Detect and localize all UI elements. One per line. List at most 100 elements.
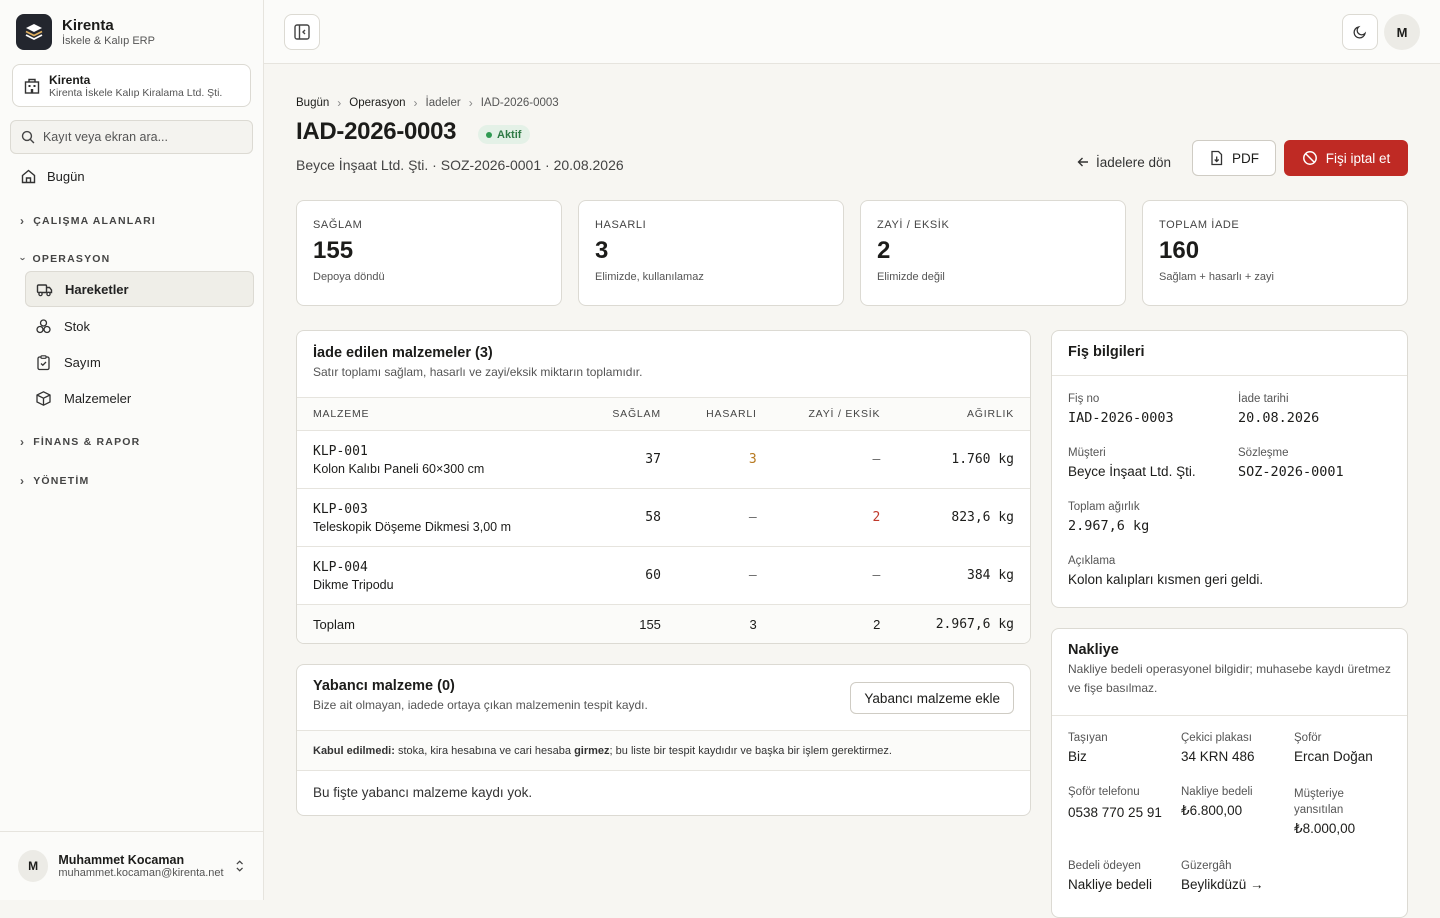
column-header[interactable]: AĞIRLIK xyxy=(880,397,1030,431)
column-header[interactable]: HASARLI xyxy=(660,397,757,431)
note-text: ; bu liste bir tespit kaydıdır ve başka … xyxy=(609,744,892,757)
truck-icon xyxy=(36,283,53,296)
cell-intact: 60 xyxy=(605,546,661,605)
stat-note: Elimizde değil xyxy=(877,271,945,283)
field-value: 20.08.2026 xyxy=(1238,410,1320,426)
field-label: Bedeli ödeyen xyxy=(1068,860,1141,872)
sidebar-item-materials[interactable]: Malzemeler xyxy=(25,380,254,416)
chevron-right-icon: › xyxy=(468,96,473,110)
field-customer: Müşteri Beyce İnşaat Ltd. Şti. xyxy=(1068,447,1196,479)
chevron-down-icon: › xyxy=(16,256,28,262)
org-legal-name: Kirenta İskele Kalıp Kiralama Ltd. Şti. xyxy=(49,86,223,99)
sidebar-item-stock[interactable]: Stok xyxy=(25,308,254,344)
total-label: Toplam xyxy=(297,604,606,643)
shipping-card: Nakliye Nakliye bedeli operasyonel bilgi… xyxy=(1051,628,1408,918)
breadcrumb: Bugün › Operasyon › İadeler › IAD-2026-0… xyxy=(296,96,559,110)
boxes-icon xyxy=(36,318,51,333)
sidebar-item-movements[interactable]: Hareketler xyxy=(25,271,254,307)
user-email: muhammet.kocaman@kirenta.net xyxy=(58,867,224,879)
column-header[interactable]: ZAYİ / EKSİK xyxy=(756,397,881,431)
nav-group-operations[interactable]: › OPERASYON xyxy=(16,253,111,265)
total-lost: 2 xyxy=(756,604,881,643)
field-value: ₺8.000,00 xyxy=(1294,821,1356,836)
nav-group-workspaces[interactable]: › ÇALIŞMA ALANLARI xyxy=(20,214,156,228)
stat-note: Elimizde, kullanılamaz xyxy=(595,271,704,283)
arrow-left-icon xyxy=(1077,157,1088,167)
field-label: Müşteri xyxy=(1068,447,1106,459)
org-switcher[interactable]: Kirenta Kirenta İskele Kalıp Kiralama Lt… xyxy=(12,64,251,107)
status-dot-icon xyxy=(486,131,492,138)
ban-icon xyxy=(1302,151,1317,165)
search-input[interactable] xyxy=(42,130,242,144)
field-value: ₺6.800,00 xyxy=(1181,803,1243,818)
sidebar-toggle-button[interactable] xyxy=(284,14,320,50)
breadcrumb-link-returns[interactable]: İadeler xyxy=(426,97,461,109)
search-icon xyxy=(21,130,35,144)
chevron-right-icon: › xyxy=(337,96,342,110)
stat-note: Depoya döndü xyxy=(313,271,385,283)
field-label: Sözleşme xyxy=(1238,447,1289,459)
foreign-material-card: Yabancı malzeme (0) Bize ait olmayan, ia… xyxy=(296,664,1031,816)
stat-card-lost: ZAYİ / EKSİK 2 Elimizde değil xyxy=(860,200,1126,306)
theme-toggle-button[interactable] xyxy=(1342,14,1378,50)
material-name: Kolon Kalıbı Paneli 60×300 cm xyxy=(313,461,485,476)
add-foreign-material-button[interactable]: Yabancı malzeme ekle xyxy=(850,682,1014,714)
nav-group-admin-label: YÖNETİM xyxy=(33,475,90,487)
field-route: Güzergâh Beylikdüzü → xyxy=(1181,860,1291,892)
field-label: İade tarihi xyxy=(1238,393,1289,405)
cancel-receipt-button[interactable]: Fişi iptal et xyxy=(1284,140,1408,176)
nav-group-operations-label: OPERASYON xyxy=(32,253,111,265)
page-subtitle: Beyce İnşaat Ltd. Şti. · SOZ-2026-0001 ·… xyxy=(296,157,624,173)
brand-subtitle: İskele & Kalıp ERP xyxy=(62,35,155,47)
brand[interactable]: Kirenta İskele & Kalıp ERP xyxy=(16,14,155,50)
status-badge-label: Aktif xyxy=(497,128,522,141)
user-menu[interactable]: M Muhammet Kocaman muhammet.kocaman@kire… xyxy=(0,831,263,900)
note-text: stoka, kira hesabına ve cari hesaba xyxy=(394,744,575,757)
stat-label: SAĞLAM xyxy=(313,219,363,231)
cell-lost: — xyxy=(756,546,881,605)
table-row[interactable]: KLP-001 Kolon Kalıbı Paneli 60×300 cm 37… xyxy=(297,430,1030,489)
field-label: Nakliye bedeli xyxy=(1181,786,1253,798)
file-download-icon xyxy=(1211,150,1223,166)
field-value[interactable]: SOZ-2026-0001 xyxy=(1238,464,1344,480)
table-row[interactable]: KLP-003 Teleskopik Döşeme Dikmesi 3,00 m… xyxy=(297,488,1030,547)
home-icon xyxy=(21,169,36,183)
breadcrumb-link-operations[interactable]: Operasyon xyxy=(349,97,405,109)
field-label: Taşıyan xyxy=(1068,732,1108,744)
table-row[interactable]: KLP-004 Dikme Tripodu 60 — — 384 kg xyxy=(297,546,1030,605)
building-icon xyxy=(24,78,40,94)
nav-group-admin[interactable]: › YÖNETİM xyxy=(20,474,89,488)
field-billed-to-customer: Müşteriye yansıtılan ₺8.000,00 xyxy=(1294,786,1384,837)
nav-today[interactable]: Bugün xyxy=(12,159,254,193)
field-payer: Bedeli ödeyen Nakliye bedeli xyxy=(1068,860,1178,892)
account-avatar[interactable]: M xyxy=(1384,14,1420,50)
foreign-note: Kabul edilmedi: stoka, kira hesabına ve … xyxy=(297,731,1030,771)
field-plate: Çekici plakası 34 KRN 486 xyxy=(1181,732,1286,764)
field-receipt-no: Fiş no IAD-2026-0003 xyxy=(1068,393,1174,426)
nav-group-workspaces-label: ÇALIŞMA ALANLARI xyxy=(33,215,157,227)
pdf-button[interactable]: PDF xyxy=(1192,140,1276,176)
materials-table: MALZEME SAĞLAM HASARLI ZAYİ / EKSİK AĞIR… xyxy=(297,397,1030,643)
field-description: Açıklama Kolon kalıpları kısmen geri gel… xyxy=(1068,555,1263,587)
back-to-returns-link[interactable]: İadelere dön xyxy=(1076,148,1171,176)
field-shipping-fee: Nakliye bedeli ₺6.800,00 xyxy=(1181,786,1286,819)
sidebar-item-count[interactable]: Sayım xyxy=(25,344,254,380)
card-title: Fiş bilgileri xyxy=(1068,344,1145,360)
stat-value: 2 xyxy=(877,237,891,264)
panel-left-icon xyxy=(294,24,310,40)
column-header[interactable]: SAĞLAM xyxy=(605,397,661,431)
nav-group-finance[interactable]: › FİNANS & RAPOR xyxy=(20,435,140,449)
table-total-row: Toplam 155 3 2 2.967,6 kg xyxy=(297,604,1030,643)
stat-value: 3 xyxy=(595,237,609,264)
breadcrumb-link-today[interactable]: Bugün xyxy=(296,97,329,109)
cell-weight: 823,6 kg xyxy=(880,488,1030,547)
card-title: İade edilen malzemeler (3) xyxy=(313,345,493,361)
stat-label: ZAYİ / EKSİK xyxy=(877,219,950,231)
cell-lost: — xyxy=(756,430,881,489)
logo-icon xyxy=(16,14,52,50)
chevron-right-icon: › xyxy=(20,435,26,449)
cell-weight: 384 kg xyxy=(880,546,1030,605)
column-header[interactable]: MALZEME xyxy=(297,397,606,431)
sidebar-search[interactable] xyxy=(10,120,253,154)
field-value: Ercan Doğan xyxy=(1294,749,1373,764)
